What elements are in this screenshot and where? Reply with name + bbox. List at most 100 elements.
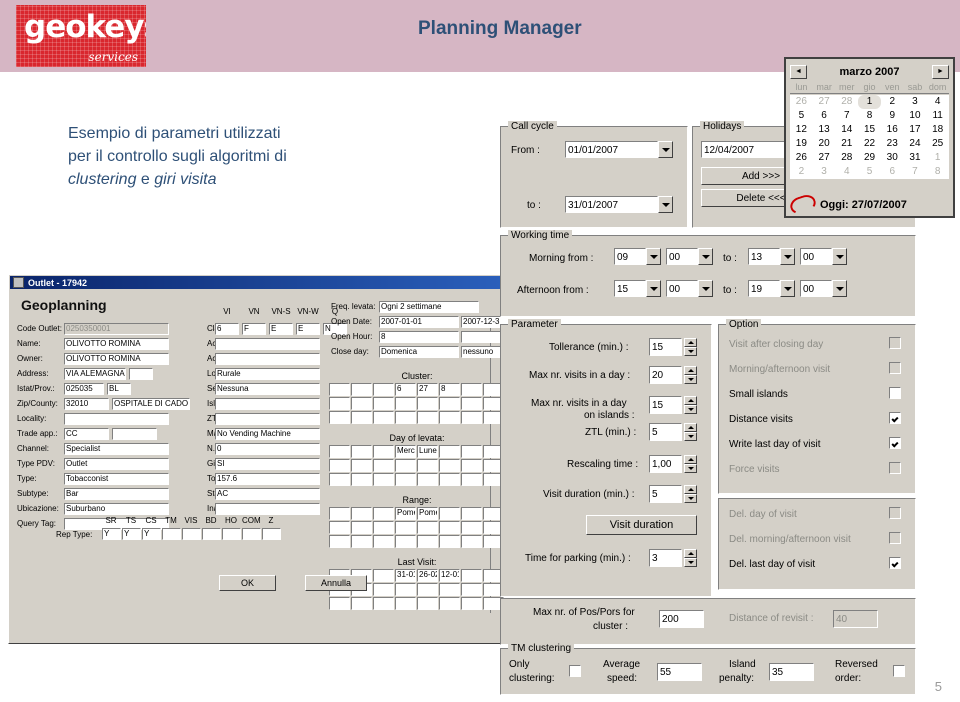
outlet-mid-input-12[interactable]	[215, 503, 320, 515]
outlet-rep-type-input-4[interactable]	[182, 528, 201, 540]
outlet-right-input2-1[interactable]: 2007-12-3	[461, 316, 503, 328]
max-visits-islands-stepper[interactable]	[684, 396, 697, 414]
call-cycle-to-input[interactable]: 31/01/2007	[565, 196, 658, 213]
calendar-day-cell[interactable]: 8	[926, 165, 949, 179]
outlet-left-input-3[interactable]: VIA ALEMAGNA 24	[64, 368, 126, 380]
calendar-day-cell[interactable]: 31	[904, 151, 927, 165]
afternoon-to-minute-input[interactable]: 00	[800, 280, 832, 297]
outlet-grid-cell[interactable]	[417, 583, 438, 596]
outlet-grid-cell[interactable]	[351, 521, 372, 534]
outlet-grid-cell[interactable]	[351, 411, 372, 424]
outlet-mid-input-3[interactable]: Rurale	[215, 368, 320, 380]
calendar-day-cell[interactable]: 13	[813, 123, 836, 137]
island-penalty-input[interactable]: 35	[769, 663, 814, 681]
outlet-rep-type-input-2[interactable]: Y	[142, 528, 161, 540]
only-clustering-checkbox[interactable]	[569, 665, 581, 677]
calendar-day-cell[interactable]: 19	[790, 137, 813, 151]
morning-to-minute-input[interactable]: 00	[800, 248, 832, 265]
rescaling-time-input[interactable]: 1,00	[649, 455, 682, 473]
outlet-grid-cell[interactable]: Pome	[417, 507, 438, 520]
outlet-grid-cell[interactable]: 31-01	[395, 569, 416, 582]
outlet-class-input-2[interactable]: E	[269, 323, 293, 335]
outlet-grid-cell[interactable]	[329, 383, 350, 396]
ztl-input[interactable]: 5	[649, 423, 682, 441]
outlet-grid-cell[interactable]	[461, 459, 482, 472]
outlet-grid-cell[interactable]	[417, 597, 438, 610]
calendar-day-cell[interactable]: 28	[835, 95, 858, 109]
outlet-grid-cell[interactable]	[439, 473, 460, 486]
outlet-grid-cell[interactable]	[329, 597, 350, 610]
outlet-grid-cell[interactable]	[395, 459, 416, 472]
calendar-day-cell[interactable]: 11	[926, 109, 949, 123]
outlet-rep-type-input-3[interactable]	[162, 528, 181, 540]
outlet-grid-cell[interactable]	[461, 473, 482, 486]
outlet-grid-cell[interactable]	[373, 445, 394, 458]
outlet-left-input-7[interactable]: CC	[64, 428, 109, 440]
option-checkbox-2[interactable]	[889, 387, 901, 399]
outlet-grid-cell[interactable]	[417, 521, 438, 534]
calendar-day-cell[interactable]: 4	[835, 165, 858, 179]
calendar-day-cell[interactable]: 7	[904, 165, 927, 179]
outlet-grid-cell[interactable]: 6	[395, 383, 416, 396]
calendar-day-cell[interactable]: 2	[881, 95, 904, 109]
outlet-grid-cell[interactable]: 27	[417, 383, 438, 396]
outlet-grid-cell[interactable]	[395, 411, 416, 424]
calendar-day-cell[interactable]: 4	[926, 95, 949, 109]
morning-to-hour-input[interactable]: 13	[748, 248, 780, 265]
outlet-grid-cell[interactable]	[351, 597, 372, 610]
afternoon-to-hour-input[interactable]: 19	[748, 280, 780, 297]
morning-from-minute-input[interactable]: 00	[666, 248, 698, 265]
visit-duration-stepper[interactable]	[684, 485, 697, 503]
outlet-grid-cell[interactable]	[439, 507, 460, 520]
outlet-mid-input-7[interactable]: No Vending Machine	[215, 428, 320, 440]
outlet-grid-cell[interactable]	[351, 473, 372, 486]
outlet-grid-cell[interactable]	[461, 397, 482, 410]
max-pos-input[interactable]: 200	[659, 610, 704, 628]
calendar-day-cell[interactable]: 20	[813, 137, 836, 151]
outlet-rep-type-input-1[interactable]: Y	[122, 528, 141, 540]
outlet-left-input-1[interactable]: OLIVOTTO ROMINA	[64, 338, 169, 350]
outlet-mid-input-8[interactable]: 0	[215, 443, 320, 455]
outlet-mid-input-4[interactable]: Nessuna	[215, 383, 320, 395]
outlet-class-input-0[interactable]: 6	[215, 323, 239, 335]
outlet-mid-input-2[interactable]	[215, 353, 320, 365]
afternoon-from-minute-dropdown-icon[interactable]	[698, 280, 713, 297]
max-visits-stepper[interactable]	[684, 366, 697, 384]
outlet-right-input-2[interactable]: 8	[379, 331, 459, 343]
outlet-grid-cell[interactable]	[461, 569, 482, 582]
outlet-grid-cell[interactable]	[329, 473, 350, 486]
outlet-left-input-4[interactable]: 025035	[64, 383, 104, 395]
rescaling-time-stepper[interactable]	[684, 455, 697, 473]
parking-time-input[interactable]: 3	[649, 549, 682, 567]
calendar-day-cell[interactable]: 2	[790, 165, 813, 179]
outlet-grid-cell[interactable]	[395, 397, 416, 410]
calendar-day-cell[interactable]: 7	[835, 109, 858, 123]
calendar-day-cell[interactable]: 5	[790, 109, 813, 123]
outlet-grid-cell[interactable]	[395, 535, 416, 548]
outlet-grid-cell[interactable]	[439, 411, 460, 424]
calendar-day-cell[interactable]: 22	[858, 137, 881, 151]
outlet-grid-cell[interactable]	[417, 397, 438, 410]
calendar-day-cell[interactable]: 24	[904, 137, 927, 151]
calendar-day-cell[interactable]: 25	[926, 137, 949, 151]
parking-time-stepper[interactable]	[684, 549, 697, 567]
calendar-day-cell[interactable]: 18	[926, 123, 949, 137]
outlet-grid-cell[interactable]	[373, 597, 394, 610]
outlet-left-input-0[interactable]: 0250350001	[64, 323, 169, 335]
morning-to-minute-dropdown-icon[interactable]	[832, 248, 847, 265]
outlet-grid-cell[interactable]	[461, 445, 482, 458]
outlet-grid-cell[interactable]	[439, 535, 460, 548]
outlet-grid-cell[interactable]	[417, 473, 438, 486]
morning-to-hour-dropdown-icon[interactable]	[780, 248, 795, 265]
outlet-left-input-2[interactable]: OLIVOTTO ROMINA	[64, 353, 169, 365]
outlet-left-input2-5[interactable]: OSPITALE DI CADO	[112, 398, 190, 410]
outlet-grid-cell[interactable]	[351, 383, 372, 396]
calendar-day-cell[interactable]: 9	[881, 109, 904, 123]
reversed-order-checkbox[interactable]	[893, 665, 905, 677]
outlet-grid-cell[interactable]	[461, 383, 482, 396]
outlet-grid-cell[interactable]	[373, 507, 394, 520]
outlet-grid-cell[interactable]	[417, 411, 438, 424]
ztl-stepper[interactable]	[684, 423, 697, 441]
tolerance-stepper[interactable]	[684, 338, 697, 356]
calendar-day-grid[interactable]: 26 27 28 1 2 3 4 5 6 7 8 9 10 11 12 13 14 15 16 17 18 19 20 21 2…	[790, 95, 949, 179]
